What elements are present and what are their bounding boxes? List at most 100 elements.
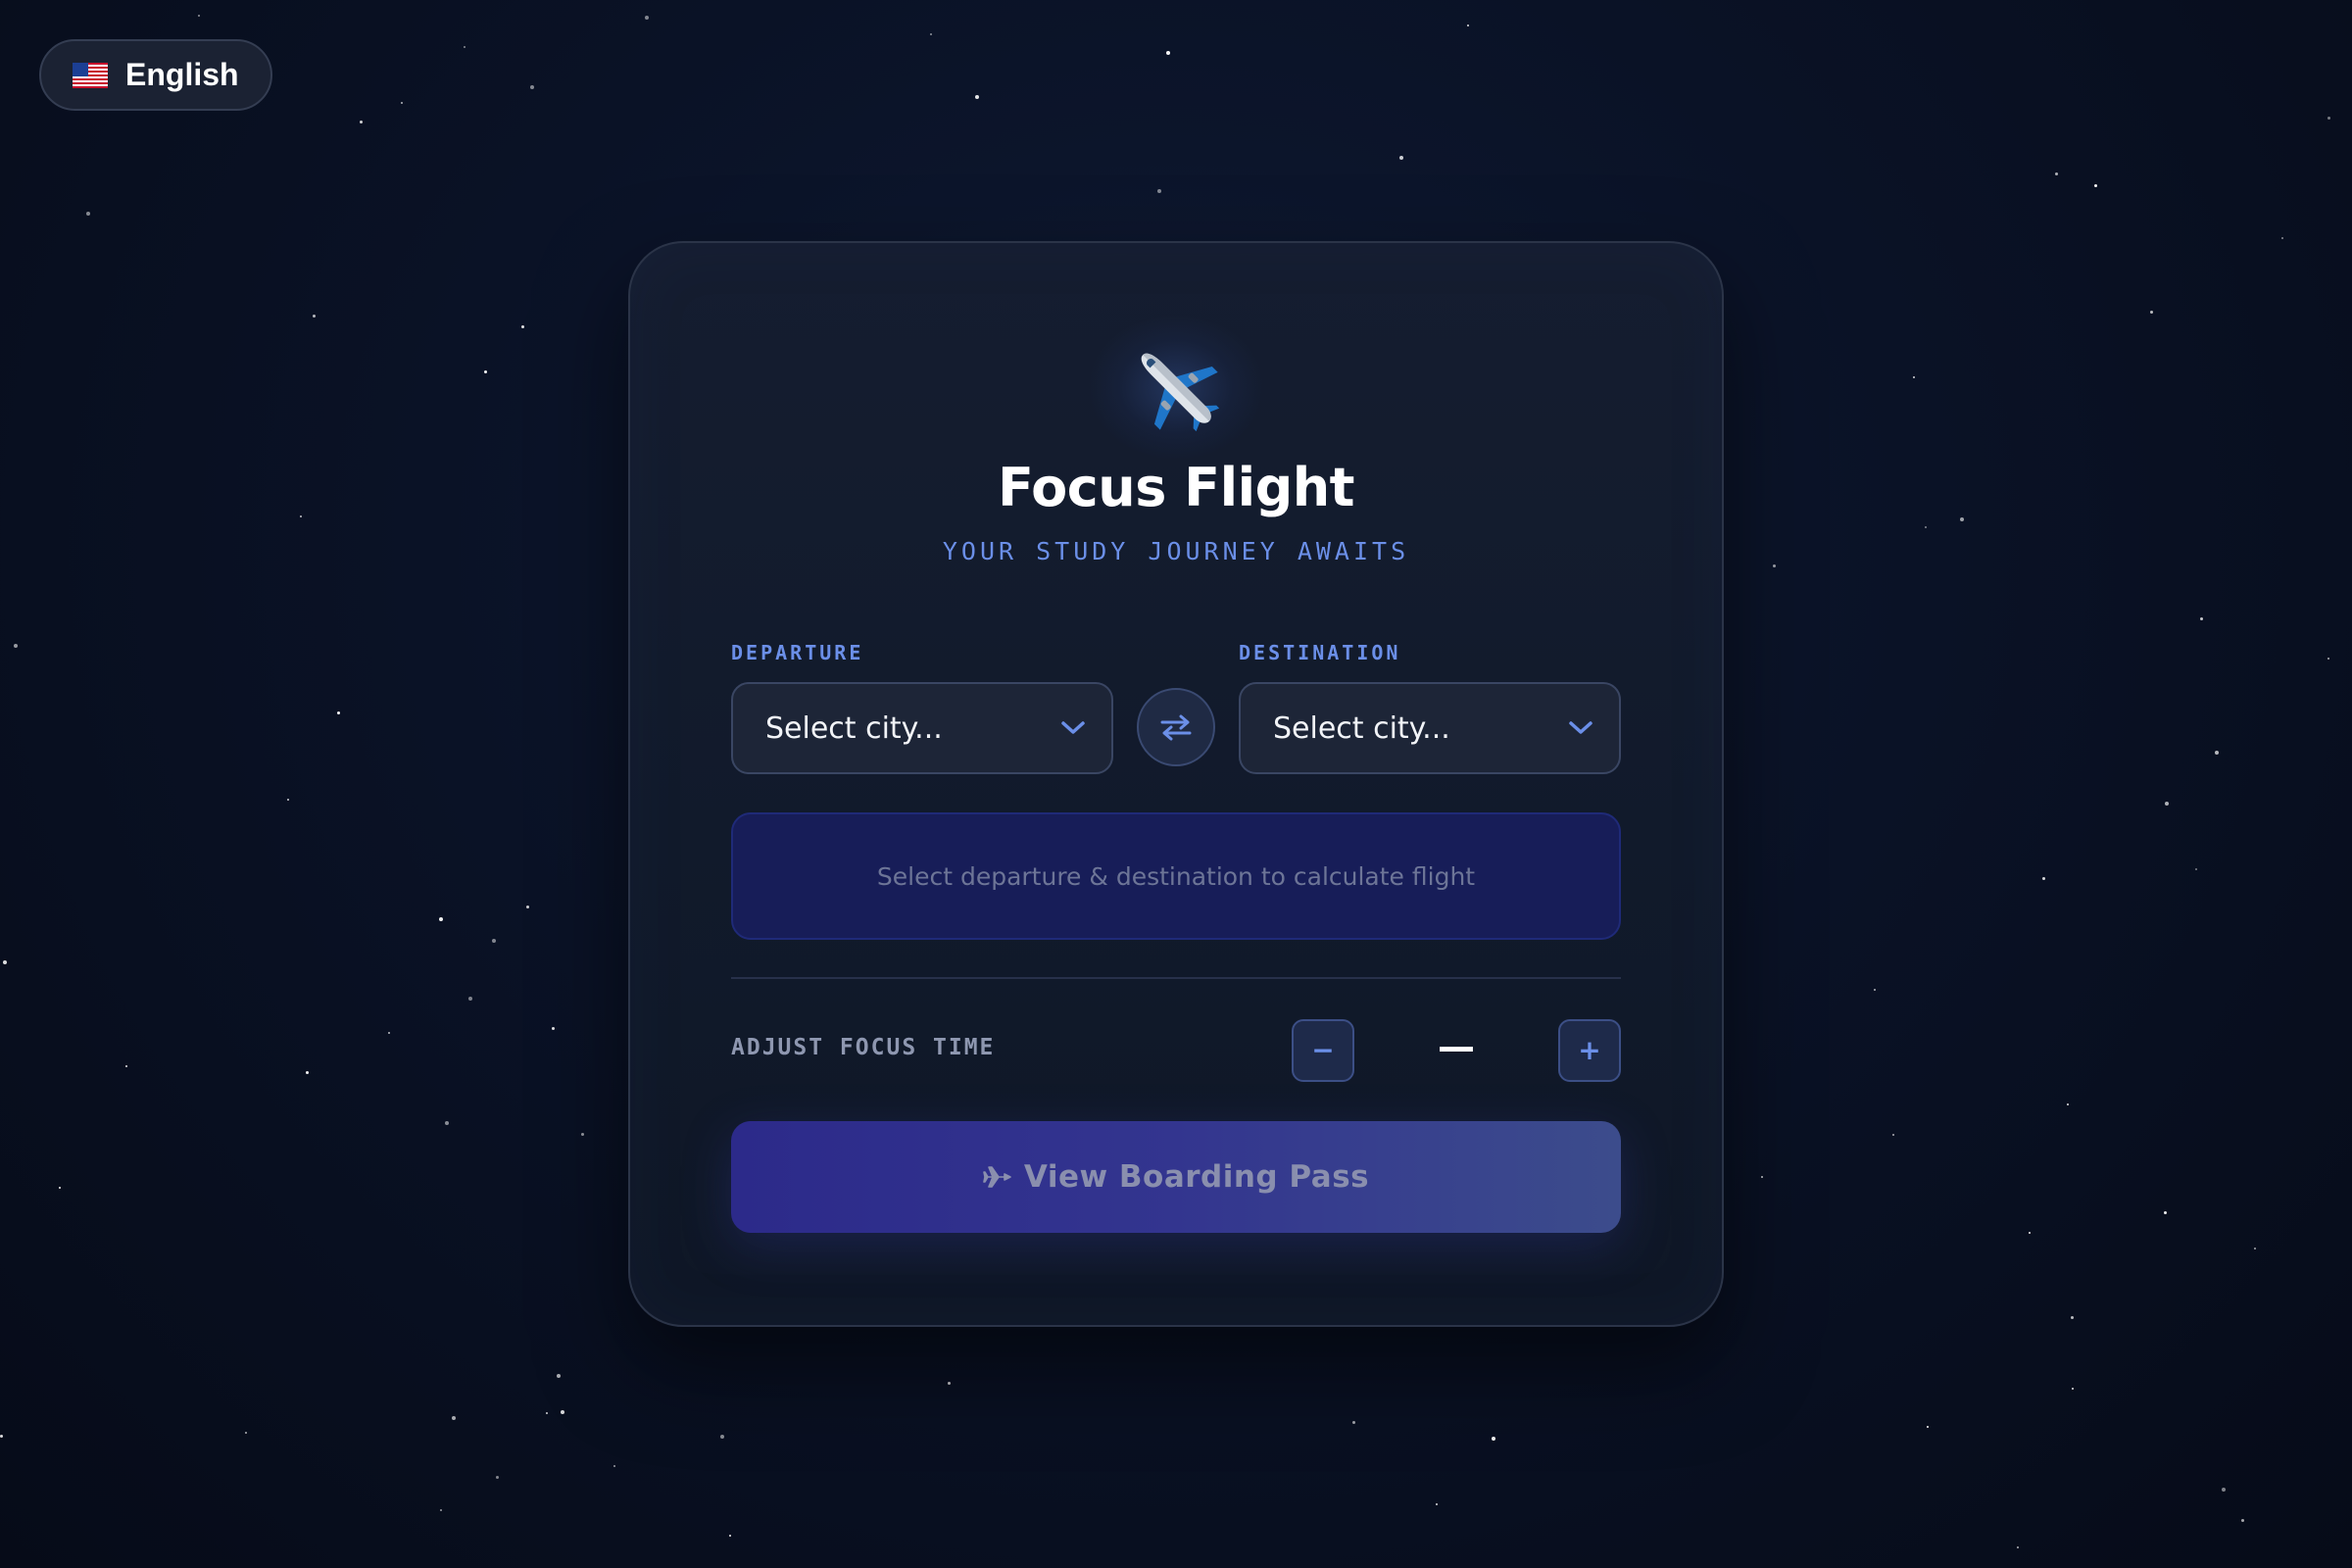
- star: [1874, 989, 1876, 991]
- focus-time-value: —: [1438, 1025, 1475, 1068]
- star: [557, 1374, 561, 1378]
- star: [300, 515, 302, 517]
- star: [496, 1476, 499, 1479]
- star: [59, 1187, 61, 1189]
- star: [2164, 1211, 2167, 1214]
- star: [729, 1535, 731, 1537]
- star: [2195, 868, 2197, 870]
- star: [948, 1382, 951, 1385]
- star: [313, 315, 316, 318]
- star: [0, 1435, 3, 1438]
- star: [306, 1071, 309, 1074]
- view-boarding-pass-label: View Boarding Pass: [1023, 1159, 1370, 1195]
- star: [2094, 184, 2097, 187]
- star: [1492, 1437, 1495, 1441]
- star: [2254, 1248, 2256, 1250]
- plus-icon: +: [1578, 1034, 1601, 1066]
- app-subtitle: YOUR STUDY JOURNEY AWAITS: [942, 537, 1410, 565]
- star: [2067, 1103, 2069, 1105]
- chevron-down-icon: [1061, 721, 1085, 734]
- focus-time-label: ADJUST FOCUS TIME: [731, 1035, 996, 1060]
- star: [2328, 117, 2330, 120]
- star: [445, 1121, 449, 1125]
- star: [287, 799, 289, 801]
- section-divider: [731, 977, 1621, 979]
- star: [198, 15, 200, 17]
- increase-focus-button[interactable]: +: [1558, 1019, 1621, 1082]
- star: [360, 121, 363, 123]
- airplane-icon: [1141, 353, 1220, 432]
- star: [720, 1435, 724, 1439]
- swap-cities-button[interactable]: [1137, 688, 1215, 766]
- star: [930, 33, 932, 35]
- star: [125, 1065, 127, 1067]
- star: [1399, 156, 1403, 160]
- star: [401, 102, 403, 104]
- language-selector-button[interactable]: English: [39, 39, 272, 111]
- star: [1352, 1421, 1355, 1424]
- star: [521, 325, 524, 328]
- star: [2071, 1316, 2074, 1319]
- star: [975, 95, 979, 99]
- destination-select-value: Select city...: [1273, 710, 1450, 746]
- app-title: Focus Flight: [997, 457, 1355, 518]
- star: [2328, 658, 2329, 660]
- star: [337, 711, 340, 714]
- star: [1927, 1426, 1929, 1428]
- star: [2200, 617, 2203, 620]
- minus-icon: −: [1311, 1034, 1335, 1066]
- star: [3, 960, 7, 964]
- swap-arrows-icon: [1160, 714, 1192, 741]
- view-boarding-pass-button[interactable]: View Boarding Pass: [731, 1121, 1621, 1233]
- star: [2215, 751, 2219, 755]
- star: [1892, 1134, 1894, 1136]
- star: [388, 1032, 390, 1034]
- star: [552, 1027, 555, 1030]
- star: [1761, 1176, 1763, 1178]
- star: [14, 644, 18, 648]
- star: [245, 1432, 247, 1434]
- star: [1166, 51, 1170, 55]
- star: [526, 906, 529, 908]
- star: [1925, 526, 1927, 528]
- star: [581, 1133, 584, 1136]
- departure-label: DEPARTURE: [731, 641, 864, 664]
- star: [2055, 172, 2058, 175]
- star: [440, 1509, 442, 1511]
- star: [439, 917, 443, 921]
- star: [468, 997, 472, 1001]
- star: [546, 1412, 548, 1414]
- star: [1436, 1503, 1438, 1505]
- language-label: English: [125, 57, 239, 92]
- us-flag-icon: [73, 62, 108, 88]
- star: [645, 16, 649, 20]
- star: [2072, 1388, 2074, 1390]
- star: [484, 370, 487, 373]
- destination-select[interactable]: Select city...: [1239, 682, 1621, 774]
- departure-select[interactable]: Select city...: [731, 682, 1113, 774]
- star: [561, 1410, 564, 1414]
- star: [1157, 189, 1161, 193]
- decrease-focus-button[interactable]: −: [1292, 1019, 1354, 1082]
- star: [1960, 517, 1964, 521]
- flight-info-box: Select departure & destination to calcul…: [731, 812, 1621, 940]
- airplane-icon: [983, 1166, 1011, 1188]
- flight-info-message: Select departure & destination to calcul…: [876, 861, 1476, 891]
- star: [2281, 237, 2283, 239]
- star: [2241, 1519, 2244, 1522]
- star: [530, 85, 534, 89]
- star: [1773, 564, 1776, 567]
- destination-label: DESTINATION: [1239, 641, 1401, 664]
- departure-select-value: Select city...: [765, 710, 943, 746]
- star: [1913, 376, 1915, 378]
- star: [2017, 1546, 2019, 1548]
- star: [1467, 24, 1469, 26]
- star: [492, 939, 496, 943]
- star: [86, 212, 90, 216]
- star: [2165, 802, 2169, 806]
- chevron-down-icon: [1569, 721, 1592, 734]
- star: [2150, 311, 2153, 314]
- star: [452, 1416, 456, 1420]
- star: [464, 46, 466, 48]
- star: [2222, 1488, 2226, 1492]
